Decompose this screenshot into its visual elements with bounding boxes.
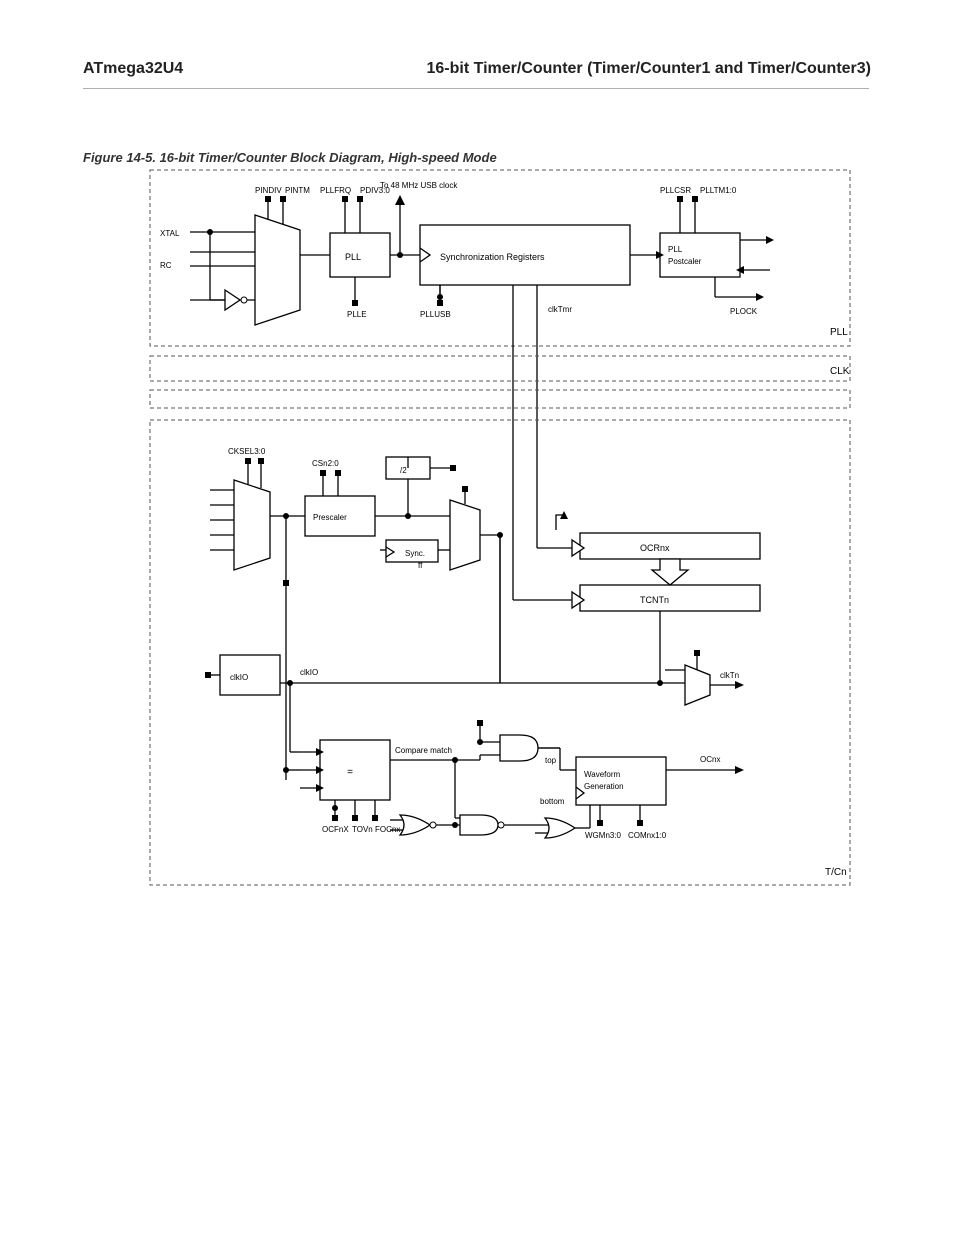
clk-mux [450,500,480,570]
prescaler-mux [234,480,270,570]
comparator-block [320,740,390,800]
tcn-section-label: T/Cn [825,867,847,878]
div2-label: /2 [400,466,407,475]
postscaler-line2: Postcaler [668,257,702,266]
ocnx-out-label: OCnx [700,755,720,764]
rc-label: RC [160,261,172,270]
prescaler-label: Prescaler [313,513,347,522]
xtal-label: XTAL [160,229,180,238]
clk-strip2 [150,390,850,408]
pllfrq-label: PLLFRQ [320,186,351,195]
plltm-label: PLLTM1:0 [700,186,737,195]
pllusb-label: PLLUSB [420,310,451,319]
block-diagram: PLL XTAL RC PINDIV PINTM PLL PLLFRQ PDIV… [0,0,954,1235]
pll-postscaler-block [660,233,740,277]
com-label: COMnx1:0 [628,831,667,840]
clktn-label: clkTn [720,671,739,680]
waveform-gen-block [576,757,666,805]
tovn-label: TOVn [352,825,373,834]
ocrnx-label: OCRnx [640,543,670,553]
pllcsr-label: PLLCSR [660,186,691,195]
ocfnx-label: OCFnX [322,825,349,834]
compare-match-label: Compare match [395,746,452,755]
sync-reg-label: Synchronization Registers [440,252,545,262]
clk-strip-label: CLK [830,366,850,377]
pll-section-label: PLL [830,327,848,338]
csn-label: CSn2:0 [312,459,339,468]
top-label: top [545,756,557,765]
bottom-label: bottom [540,797,565,806]
clkio-block [220,655,280,695]
tcntn-label: TCNTn [640,595,669,605]
clktmr-label: clkTmr [548,305,572,314]
clkio-label-in: clkIO [230,673,248,682]
waveform-line1: Waveform [584,770,620,779]
ocrnx-block [580,533,760,559]
pll-block-label: PLL [345,252,361,262]
plock-label: PLOCK [730,307,758,316]
clk-strip [150,356,850,381]
usb-clock-label: To 48 MHz USB clock [380,181,458,190]
and-gate [500,735,538,761]
tcntn-block [580,585,760,611]
clkio-line-label: clkIO [300,668,318,677]
comparator-label: = [347,767,353,778]
clock-source-mux [255,215,300,325]
pindiv-label: PINDIV [255,186,282,195]
postscaler-line1: PLL [668,245,683,254]
pintm-label: PINTM [285,186,310,195]
clktn-mux [685,665,710,705]
sync-ff-label: Sync. [405,549,425,558]
cksel-label: CKSEL3:0 [228,447,266,456]
plle-label: PLLE [347,310,367,319]
waveform-line2: Generation [584,782,624,791]
wgm-label: WGMn3:0 [585,831,622,840]
